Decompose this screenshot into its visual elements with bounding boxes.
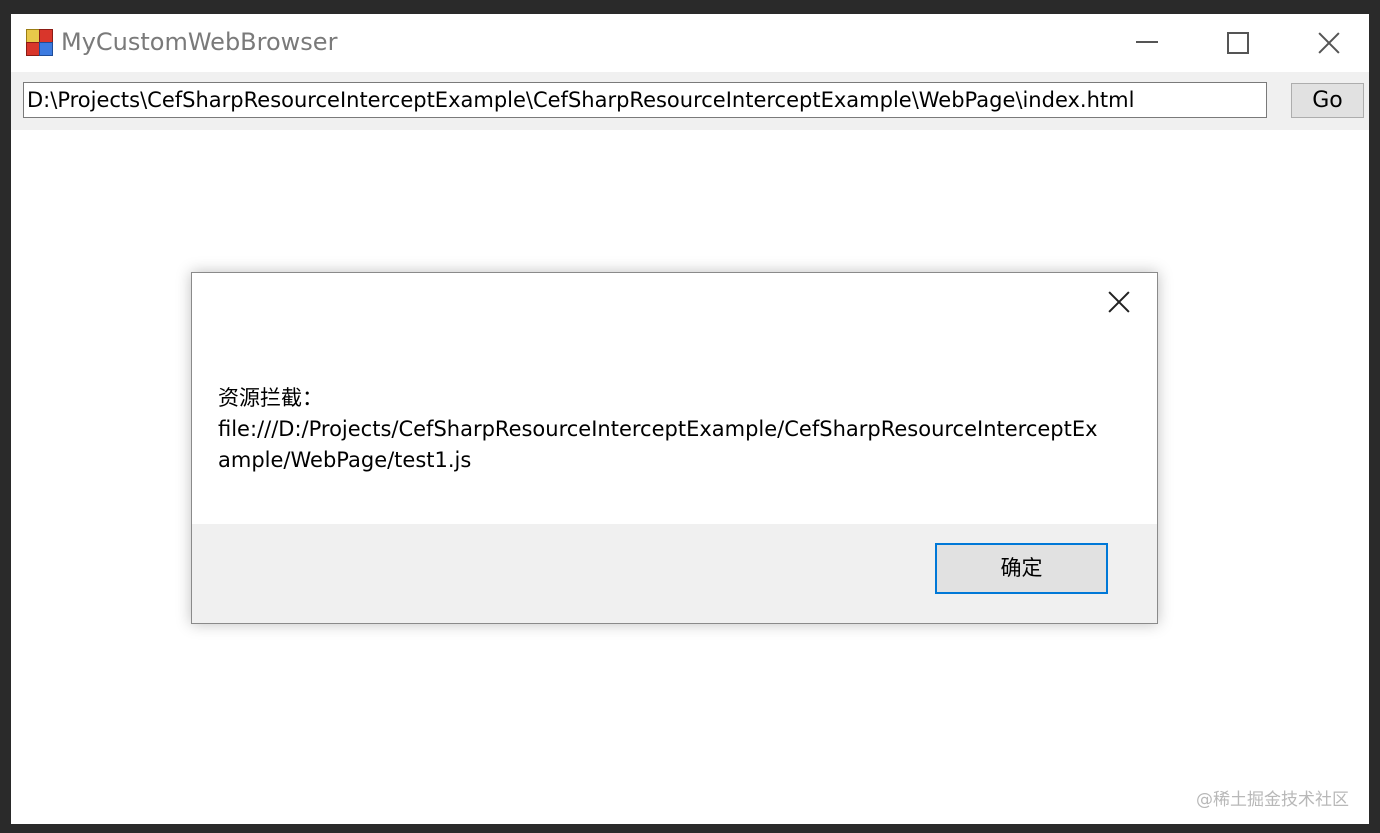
maximize-button[interactable] xyxy=(1192,14,1284,70)
go-button[interactable]: Go xyxy=(1291,83,1364,118)
title-bar[interactable]: MyCustomWebBrowser xyxy=(11,14,1369,72)
address-input[interactable] xyxy=(23,82,1267,118)
minimize-icon xyxy=(1136,41,1158,43)
maximize-icon xyxy=(1227,32,1249,54)
dialog-footer: 确定 xyxy=(192,524,1157,623)
dialog-close-button[interactable] xyxy=(1104,287,1134,317)
minimize-button[interactable] xyxy=(1101,14,1193,70)
ok-button[interactable]: 确定 xyxy=(935,543,1108,594)
alert-dialog: 资源拦截： file:///D:/Projects/CefSharpResour… xyxy=(191,272,1158,624)
browser-window: MyCustomWebBrowser Go 资源拦截： file:///D:/ xyxy=(11,14,1369,824)
watermark: @稀土掘金技术社区 xyxy=(1196,790,1349,810)
dialog-message-label: 资源拦截： xyxy=(218,386,323,410)
close-window-button[interactable] xyxy=(1283,14,1369,70)
app-icon xyxy=(26,29,53,56)
dialog-message-url: file:///D:/Projects/CefSharpResourceInte… xyxy=(218,417,1098,472)
browser-content: 资源拦截： file:///D:/Projects/CefSharpResour… xyxy=(11,130,1369,824)
dialog-message: 资源拦截： file:///D:/Projects/CefSharpResour… xyxy=(218,383,1098,476)
window-title: MyCustomWebBrowser xyxy=(61,28,338,56)
address-toolbar: Go xyxy=(11,72,1369,130)
